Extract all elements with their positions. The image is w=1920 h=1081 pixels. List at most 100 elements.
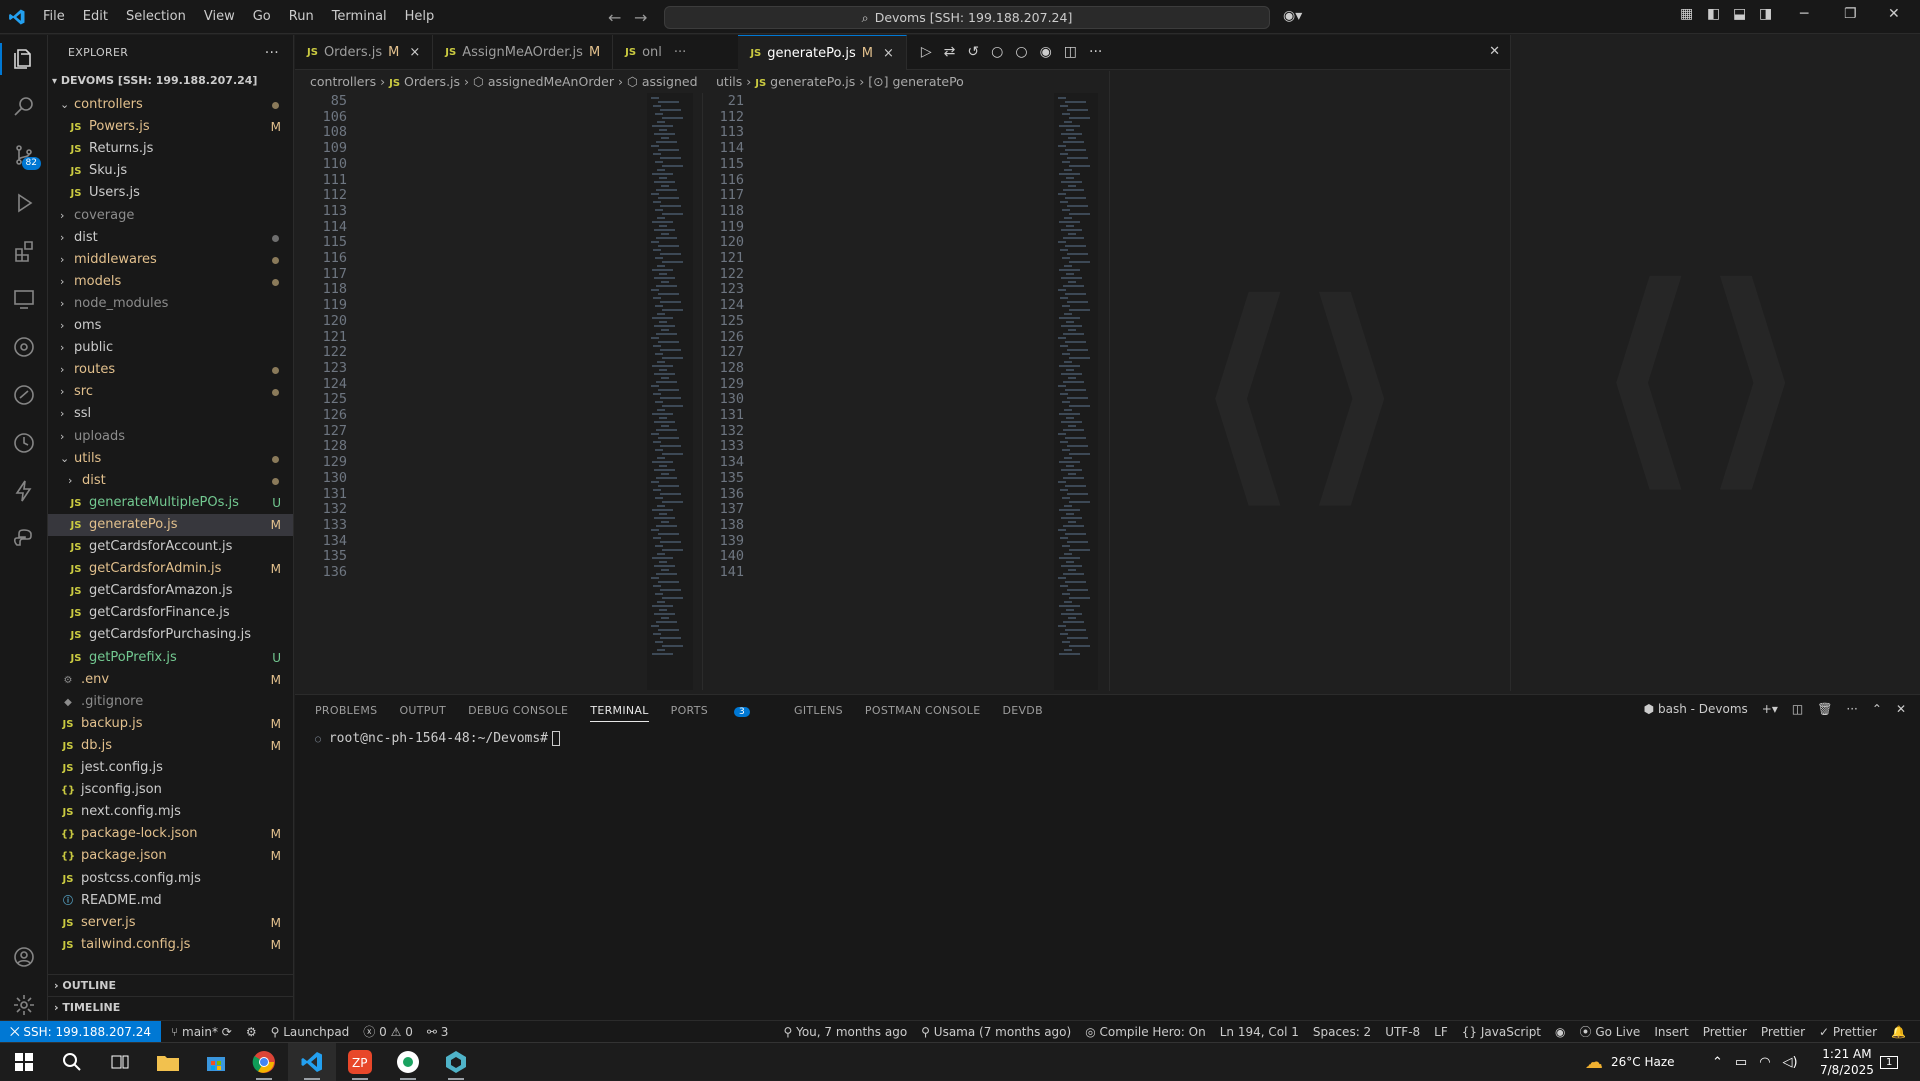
next-change-icon[interactable]: ○: [1015, 44, 1027, 60]
compile-hero[interactable]: ◎ Compile Hero: On: [1085, 1025, 1206, 1039]
terminal-output[interactable]: ○ root@nc-ph-1564-48:~/Devoms#: [315, 731, 561, 746]
run-debug-icon[interactable]: [0, 181, 48, 225]
notifications-icon[interactable]: 1: [1880, 1043, 1899, 1081]
taskbar-search-icon[interactable]: [48, 1043, 96, 1081]
menu-run[interactable]: Run: [280, 0, 323, 34]
tree-item[interactable]: › dist: [48, 470, 293, 492]
go-live-icon[interactable]: ◉: [1040, 44, 1052, 60]
tree-item[interactable]: JS Sku.js: [48, 160, 293, 182]
copilot-icon[interactable]: ◉▾: [1283, 8, 1302, 24]
more-tabs-icon[interactable]: ···: [674, 45, 686, 60]
left-code-editor[interactable]: 85 106 108 109 110 111 112 113 114 115 116 117 118 11…: [295, 93, 703, 690]
tree-item[interactable]: ◆ .gitignore: [48, 691, 293, 713]
command-center-search[interactable]: ⌕ Devoms [SSH: 199.188.207.24]: [664, 6, 1270, 29]
split-terminal-icon[interactable]: ◫: [1792, 702, 1803, 716]
new-terminal-icon[interactable]: +▾: [1762, 702, 1778, 716]
right-code-editor[interactable]: 21 112 113 114 115 116 117 118 119 120 121 122 123 12…: [704, 93, 1108, 690]
ports-indicator[interactable]: ⚯ 3: [427, 1025, 449, 1039]
tree-item[interactable]: › dist: [48, 227, 293, 249]
menu-edit[interactable]: Edit: [74, 0, 117, 34]
branch-indicator[interactable]: ⑂ main* ⟳: [171, 1025, 232, 1039]
tree-item[interactable]: JS tailwind.config.js M: [48, 934, 293, 956]
toggle-panel-icon[interactable]: ⬓: [1733, 6, 1746, 22]
prettier-status-1[interactable]: Prettier: [1703, 1025, 1747, 1039]
previous-change-icon[interactable]: ○: [991, 44, 1003, 60]
tree-item[interactable]: › ssl: [48, 403, 293, 425]
tree-item[interactable]: JS server.js M: [48, 912, 293, 934]
tree-item[interactable]: ⌄ controllers: [48, 94, 293, 116]
tree-item[interactable]: JS getCardsforAmazon.js: [48, 580, 293, 602]
tree-item[interactable]: JS backup.js M: [48, 713, 293, 735]
tab-problems[interactable]: PROBLEMS: [315, 704, 377, 717]
cursor-position[interactable]: Ln 194, Col 1: [1220, 1025, 1299, 1039]
accounts-icon[interactable]: [0, 935, 48, 979]
copilot-status-icon[interactable]: ◉: [1555, 1025, 1565, 1039]
explorer-icon[interactable]: [0, 37, 48, 81]
tab-terminal[interactable]: TERMINAL: [590, 704, 649, 722]
indentation[interactable]: Spaces: 2: [1313, 1025, 1371, 1039]
more-editor-actions-icon[interactable]: ···: [1089, 44, 1102, 60]
minimap[interactable]: [1054, 93, 1098, 690]
tree-item[interactable]: › oms: [48, 315, 293, 337]
minimap[interactable]: [647, 93, 693, 690]
breadcrumb-item[interactable]: assignedMeAnOrder: [488, 74, 614, 89]
encoding[interactable]: UTF-8: [1385, 1025, 1420, 1039]
maximize-panel-icon[interactable]: ⌃: [1872, 702, 1882, 716]
close-tab-icon[interactable]: ×: [409, 45, 420, 60]
app-circle-icon[interactable]: [384, 1043, 432, 1081]
store-icon[interactable]: [192, 1043, 240, 1081]
tree-item[interactable]: JS Returns.js: [48, 138, 293, 160]
windows-start-icon[interactable]: [0, 1043, 48, 1081]
prettier-status-2[interactable]: Prettier: [1761, 1025, 1805, 1039]
tab-generate-po[interactable]: JS generatePo.js M ×: [738, 35, 907, 70]
tree-item[interactable]: JS getCardsforAdmin.js M: [48, 558, 293, 580]
timeline-view-icon[interactable]: [0, 421, 48, 465]
insert-mode[interactable]: Insert: [1654, 1025, 1688, 1039]
tree-item[interactable]: ⚙ .env M: [48, 669, 293, 691]
git-author[interactable]: ⚲ Usama (7 months ago): [921, 1025, 1071, 1039]
tree-item[interactable]: JS generatePo.js M: [48, 513, 293, 536]
tab-postman-console[interactable]: POSTMAN CONSOLE: [865, 704, 981, 717]
gitlens-icon[interactable]: [0, 325, 48, 369]
thunder-client-icon[interactable]: [0, 469, 48, 513]
open-changes-icon[interactable]: ↺: [967, 44, 979, 60]
tree-item[interactable]: ⓘ README.md: [48, 890, 293, 912]
battery-icon[interactable]: ▭: [1735, 1055, 1747, 1070]
menu-go[interactable]: Go: [244, 0, 280, 34]
tab-gitlens[interactable]: GITLENS: [794, 704, 843, 717]
breadcrumb-item[interactable]: generatePo.js: [770, 74, 855, 89]
breadcrumb-item[interactable]: controllers: [310, 74, 376, 89]
close-group-icon[interactable]: ✕: [1489, 44, 1500, 59]
tree-item[interactable]: JS generateMultiplePOs.js U: [48, 492, 293, 514]
tree-item[interactable]: JS postcss.config.mjs: [48, 868, 293, 890]
breadcrumb-item[interactable]: generatePo: [892, 74, 963, 89]
tree-item[interactable]: JS getCardsforAccount.js: [48, 536, 293, 558]
tree-item[interactable]: JS Users.js: [48, 182, 293, 204]
terminal-instance[interactable]: ⬢ bash - Devoms: [1644, 702, 1748, 716]
restore-icon[interactable]: ❐: [1844, 6, 1857, 22]
file-explorer-icon[interactable]: [144, 1043, 192, 1081]
vscode-taskbar-icon[interactable]: [288, 1042, 336, 1081]
notifications-bell-icon[interactable]: 🔔: [1891, 1025, 1906, 1039]
menu-selection[interactable]: Selection: [117, 0, 195, 34]
tab-orders[interactable]: JS Orders.js M ×: [295, 35, 434, 70]
tab-onl[interactable]: JS onl ···: [613, 35, 698, 70]
menu-help[interactable]: Help: [396, 0, 444, 34]
tab-ports[interactable]: PORTS 3: [671, 704, 772, 717]
tree-item[interactable]: › routes: [48, 359, 293, 381]
tree-item[interactable]: JS next.config.mjs: [48, 801, 293, 823]
close-window-icon[interactable]: ✕: [1888, 6, 1900, 22]
search-view-icon[interactable]: [0, 85, 48, 129]
menu-terminal[interactable]: Terminal: [323, 0, 396, 34]
tree-item[interactable]: › middlewares: [48, 249, 293, 271]
tab-devdb[interactable]: DEVDB: [1002, 704, 1042, 717]
customize-layout-icon[interactable]: ▦: [1680, 6, 1693, 22]
weather-widget[interactable]: ☁ 26°C Haze: [1585, 1043, 1675, 1081]
language-mode[interactable]: {} JavaScript: [1462, 1025, 1541, 1039]
prettier-status-3[interactable]: ✓ Prettier: [1819, 1025, 1877, 1039]
toggle-secondary-sidebar-icon[interactable]: ◨: [1759, 6, 1772, 22]
tree-item[interactable]: JS getPoPrefix.js U: [48, 647, 293, 669]
git-blame[interactable]: ⚲ You, 7 months ago: [783, 1025, 907, 1039]
compare-changes-icon[interactable]: ⇄: [944, 44, 956, 60]
problems-indicator[interactable]: ⓧ 0 ⚠ 0: [363, 1023, 413, 1040]
